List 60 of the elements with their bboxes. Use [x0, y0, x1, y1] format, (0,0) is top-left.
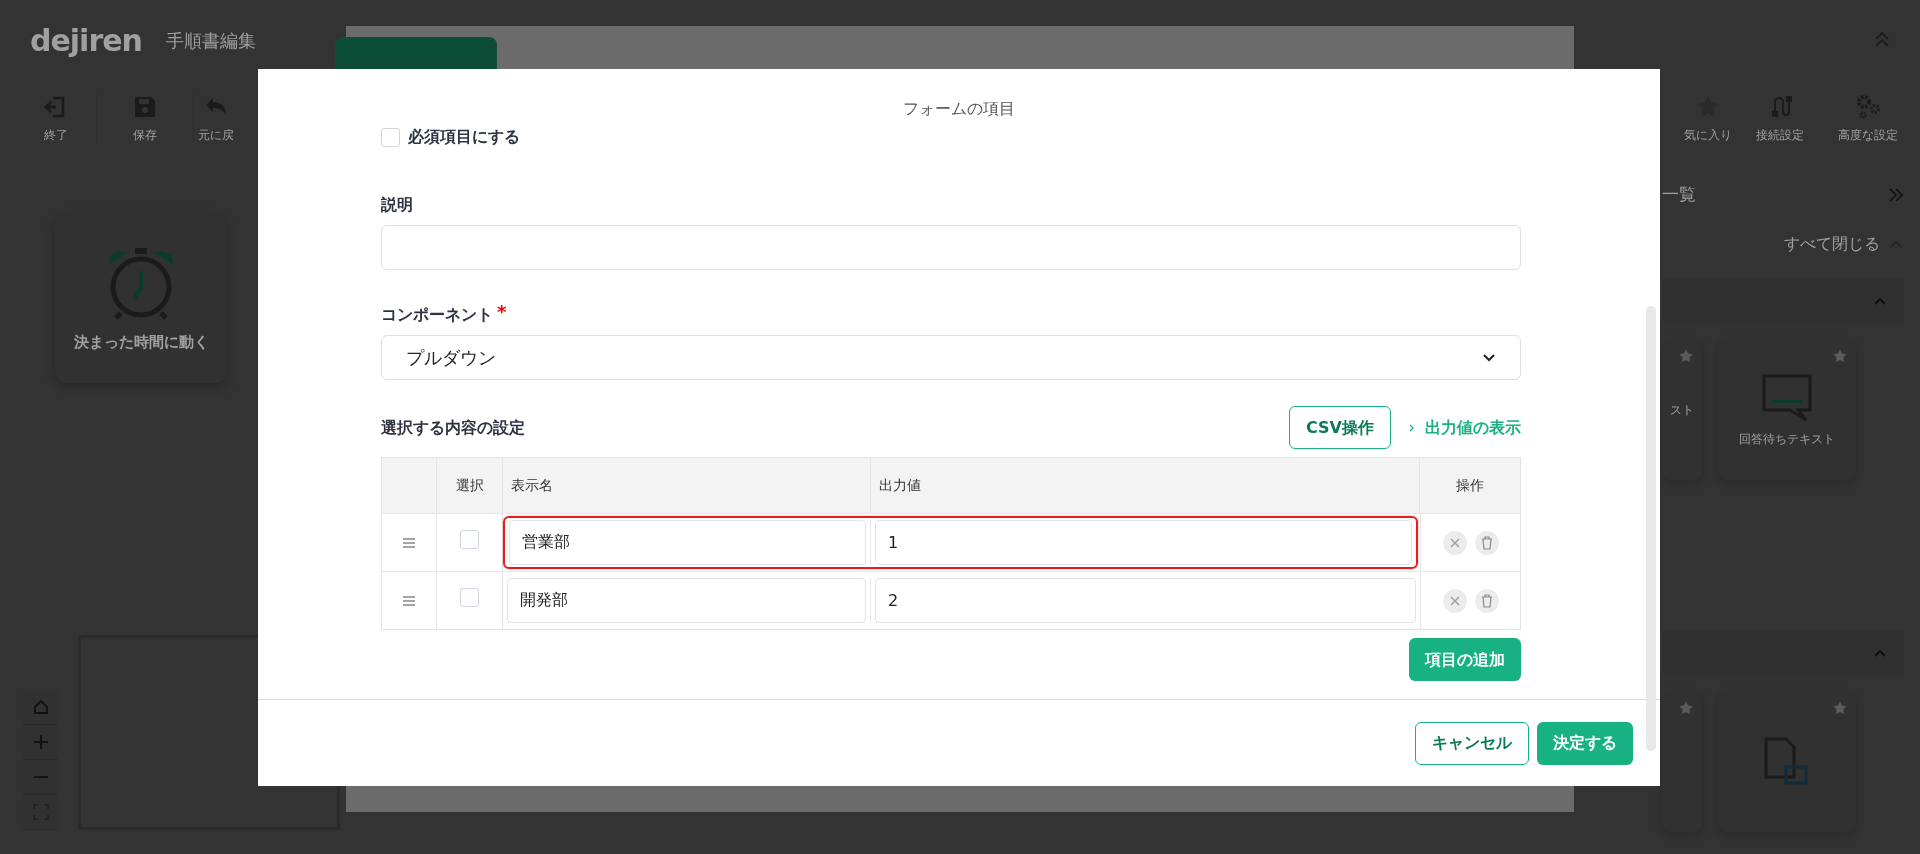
close-icon	[1449, 537, 1460, 548]
collapse-all-link[interactable]: すべて閉じる	[1784, 231, 1880, 256]
star-icon[interactable]	[1832, 699, 1848, 716]
confirm-button[interactable]: 決定する	[1537, 721, 1633, 765]
trigger-node-card[interactable]: 決まった時間に動く	[55, 213, 227, 383]
clear-button[interactable]	[1442, 588, 1467, 613]
dialog-title: フォームの項目	[902, 98, 1016, 120]
toolbar-label: 接続設定	[1756, 127, 1804, 144]
add-item-button[interactable]: 項目の追加	[1409, 638, 1521, 681]
panel-title: 一覧	[1662, 183, 1696, 206]
trash-icon	[1479, 593, 1494, 608]
drag-handle-icon[interactable]	[402, 536, 416, 549]
required-mark: *	[497, 303, 507, 324]
trash-icon	[1479, 535, 1494, 550]
component-card[interactable]: 回答待ちテキスト	[1718, 339, 1856, 480]
text-input[interactable]: 2	[875, 578, 1416, 623]
gears-icon[interactable]	[1855, 94, 1881, 120]
card-label: スト	[1670, 401, 1694, 419]
column-header: 操作	[1455, 476, 1485, 495]
home-icon[interactable]	[32, 698, 50, 716]
csv-button[interactable]: CSV操作	[1289, 406, 1391, 449]
component-select[interactable]: プルダウン	[381, 335, 1521, 380]
column-header: 表示名	[503, 458, 871, 513]
delete-button[interactable]	[1474, 588, 1499, 613]
checkbox[interactable]	[460, 530, 479, 549]
toolbar-label: 気に入り	[1684, 127, 1732, 144]
close-icon	[1449, 595, 1460, 606]
toolbar-label: 終了	[44, 127, 68, 144]
checkbox[interactable]	[381, 127, 400, 147]
description-field[interactable]	[381, 225, 1521, 270]
text-input[interactable]: 営業部	[509, 520, 866, 565]
text-input[interactable]: 開発部	[507, 578, 866, 623]
field-label: 説明	[381, 194, 414, 216]
collapse-chevrons-icon[interactable]	[1874, 31, 1890, 49]
component-card[interactable]: スト	[1662, 339, 1702, 480]
star-icon[interactable]	[1678, 699, 1694, 716]
checkbox[interactable]	[460, 588, 479, 607]
clear-button[interactable]	[1442, 530, 1467, 555]
field-label: コンポーネント	[381, 304, 493, 326]
star-icon[interactable]	[1832, 347, 1848, 364]
toolbar-label: 保存	[133, 127, 157, 144]
cancel-button[interactable]: キャンセル	[1415, 721, 1529, 765]
expand-chevrons-icon[interactable]	[1888, 186, 1904, 203]
column-header: 出力値	[871, 458, 1420, 513]
page-title: 手順書編集	[165, 28, 256, 53]
node-label: 決まった時間に動く	[73, 331, 209, 353]
star-icon[interactable]	[1678, 347, 1694, 364]
zoom-in-icon[interactable]	[32, 733, 50, 751]
delete-button[interactable]	[1474, 530, 1499, 555]
logo: dejiren	[30, 21, 142, 60]
text-input[interactable]: 1	[875, 520, 1412, 565]
toolbar-label: 高度な設定	[1838, 127, 1898, 144]
section-title: 選択する内容の設定	[381, 416, 525, 439]
column-header: 選択	[437, 458, 503, 513]
scrollbar[interactable]	[1646, 306, 1656, 751]
card-label: 回答待ちテキスト	[1739, 430, 1835, 448]
drag-handle-icon[interactable]	[402, 594, 416, 607]
output-toggle-link[interactable]: 出力値の表示	[1425, 415, 1521, 440]
checkbox-label: 必須項目にする	[408, 126, 520, 148]
toolbar-label: 元に戻	[197, 127, 234, 144]
